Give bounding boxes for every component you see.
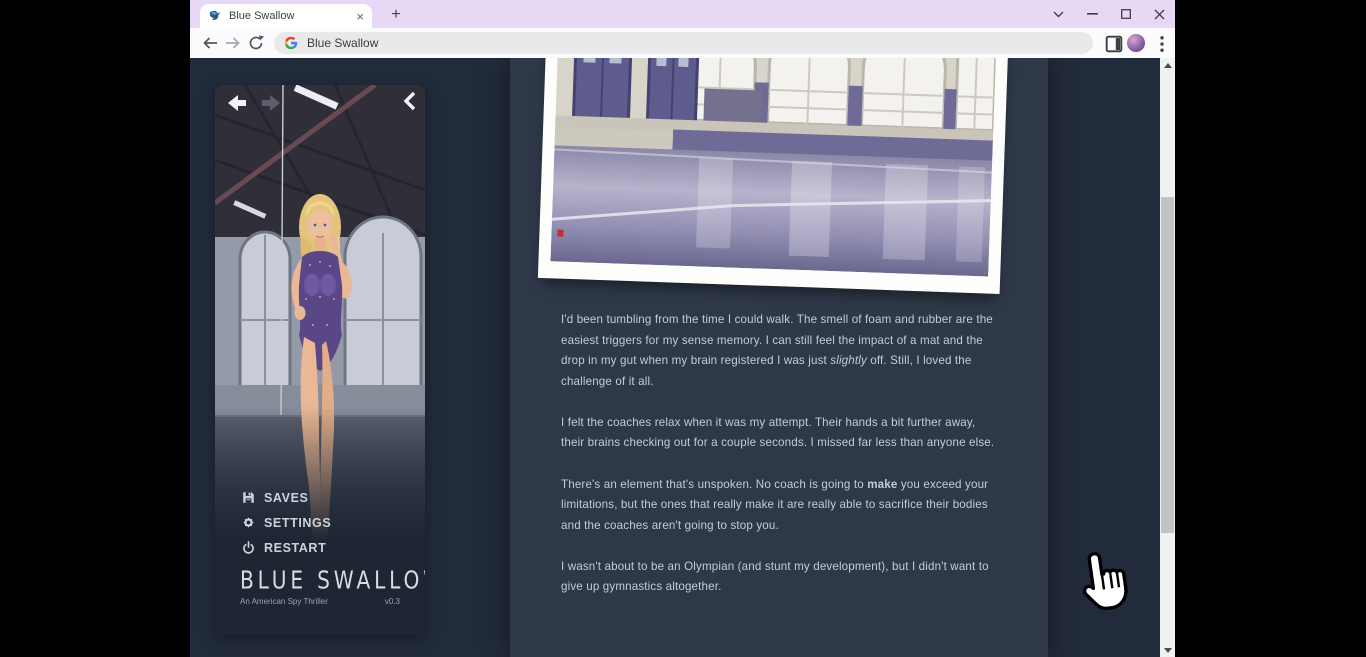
scroll-down-icon[interactable] <box>1160 643 1175 657</box>
story-text: I'd been tumbling from the time I could … <box>561 310 995 619</box>
story-paragraph: There's an element that's unspoken. No c… <box>561 475 995 537</box>
game-logo-block: BLUE SWALLOW An American Spy Thriller v0… <box>240 566 400 606</box>
menu-item-label: RESTART <box>264 541 326 555</box>
game-logo: BLUE SWALLOW <box>240 566 394 594</box>
tab-close-icon[interactable]: × <box>356 10 364 23</box>
browser-tab[interactable]: Blue Swallow × <box>200 4 372 28</box>
side-panel-icon[interactable] <box>1105 35 1123 53</box>
kebab-menu-icon[interactable] <box>1153 35 1171 53</box>
minimize-button[interactable] <box>1077 0 1107 28</box>
browser-titlebar: Blue Swallow × + <box>190 0 1175 28</box>
history-back-icon[interactable] <box>225 93 249 113</box>
google-icon <box>284 36 298 50</box>
power-icon <box>242 541 255 554</box>
screen: Blue Swallow × + <box>0 0 1366 657</box>
gymnasium-image <box>550 58 997 277</box>
story-paragraph: I wasn't about to be an Olympian (and st… <box>561 557 995 598</box>
profile-avatar[interactable] <box>1127 34 1145 52</box>
new-tab-button[interactable]: + <box>386 5 406 25</box>
tab-title: Blue Swallow <box>229 10 349 22</box>
forward-icon[interactable] <box>224 34 242 52</box>
tab-search-icon[interactable] <box>1043 0 1073 28</box>
game-page: SAVES SETTINGS RESTART <box>190 58 1175 657</box>
hand-cursor-icon <box>1075 545 1137 627</box>
save-icon <box>242 491 255 504</box>
character-panel: SAVES SETTINGS RESTART <box>215 85 425 635</box>
maximize-button[interactable] <box>1111 0 1141 28</box>
scrollbar-thumb[interactable] <box>1161 197 1174 533</box>
menu-item-restart[interactable]: RESTART <box>242 535 331 560</box>
story-paragraph: I felt the coaches relax when it was my … <box>561 413 995 454</box>
collapse-chevron-left-icon[interactable] <box>399 91 423 111</box>
browser-window: Blue Swallow × + <box>190 0 1175 657</box>
scroll-up-icon[interactable] <box>1160 58 1175 72</box>
game-tagline: An American Spy Thriller <box>240 597 328 606</box>
close-window-button[interactable] <box>1144 0 1174 28</box>
story-paragraph: I'd been tumbling from the time I could … <box>561 310 995 392</box>
menu-item-settings[interactable]: SETTINGS <box>242 510 331 535</box>
history-forward-icon[interactable] <box>259 93 283 113</box>
reload-icon[interactable] <box>247 34 265 52</box>
back-icon[interactable] <box>201 34 219 52</box>
menu-item-label: SETTINGS <box>264 516 331 530</box>
gear-icon <box>242 516 255 529</box>
address-bar[interactable]: Blue Swallow <box>274 32 1093 54</box>
scrollbar[interactable] <box>1160 58 1175 657</box>
scene-photo <box>538 58 1010 294</box>
menu-item-label: SAVES <box>264 491 308 505</box>
menu-item-saves[interactable]: SAVES <box>242 485 331 510</box>
game-menu: SAVES SETTINGS RESTART <box>242 485 331 560</box>
story-column: I'd been tumbling from the time I could … <box>510 58 1048 657</box>
browser-toolbar: Blue Swallow <box>190 28 1175 58</box>
swallow-favicon-icon <box>208 9 222 23</box>
address-text: Blue Swallow <box>307 36 378 50</box>
game-version: v0.3 <box>385 597 400 606</box>
